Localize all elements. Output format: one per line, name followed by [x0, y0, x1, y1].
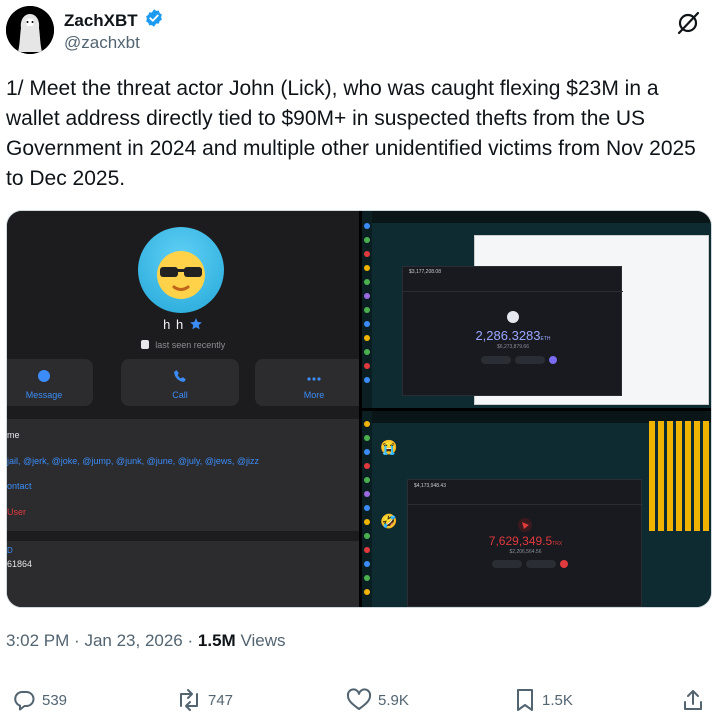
like-count: 5.9K — [378, 691, 409, 709]
bookmark-icon — [517, 689, 533, 711]
wallet-trx-balance: 7,629,349.5 — [488, 534, 553, 548]
media-image-wallet-trx[interactable]: 😭 🤣 $4,173,948.43 7,629,349.5TRX $2,206,… — [362, 411, 711, 607]
status-icon — [140, 340, 149, 349]
info-row-1: me — [7, 430, 20, 440]
meta-separator: · — [187, 631, 194, 650]
media-image-wallet-eth[interactable]: $3,177,208.08 2,286.3283ETH $6,273,879.6… — [362, 211, 711, 408]
call-button[interactable]: Call — [121, 359, 239, 406]
repost-icon — [180, 689, 198, 711]
more-button[interactable]: More — [255, 359, 359, 406]
share-icon — [684, 690, 702, 710]
media-grid[interactable]: h h last seen recently Message Call More… — [6, 210, 712, 608]
message-icon — [37, 369, 51, 388]
reply-icon — [14, 691, 35, 711]
emoji-face-2: 🤣 — [380, 513, 398, 529]
grok-icon[interactable] — [675, 10, 701, 41]
info-row-user[interactable]: User — [7, 507, 26, 517]
info-row-id-value: 61864 — [7, 559, 33, 569]
info-row-id-label: D — [7, 546, 13, 555]
emoji-panel — [649, 421, 709, 531]
views-count: 1.5M — [197, 631, 236, 650]
bookmark-button[interactable]: 1.5K — [514, 688, 573, 712]
wallet-trx-header: $4,173,948.43 — [414, 483, 446, 489]
meta-separator: · — [74, 631, 80, 650]
profile-info-list: me jail, @jerk, @joke, @jump, @junk, @ju… — [7, 419, 359, 607]
profile-status: last seen recently — [155, 340, 226, 350]
repost-count: 747 — [208, 691, 234, 709]
usernames-row[interactable]: jail, @jerk, @joke, @jump, @junk, @june,… — [7, 456, 259, 466]
info-row-contact[interactable]: ontact — [7, 481, 32, 491]
wallet-window-eth: $3,177,208.08 2,286.3283ETH $6,273,879.6… — [402, 266, 623, 396]
avatar[interactable] — [6, 6, 54, 54]
profile-display-name: h h — [163, 317, 185, 332]
tweet-date[interactable]: Jan 23, 2026 — [84, 631, 182, 650]
wallet-eth-balance: 2,286.3283 — [475, 328, 541, 343]
message-button[interactable]: Message — [7, 359, 93, 406]
like-button[interactable]: 5.9K — [346, 688, 409, 712]
wallet-window-trx: $4,173,948.43 7,629,349.5TRX $2,206,564.… — [407, 479, 643, 607]
media-image-profile[interactable]: h h last seen recently Message Call More… — [7, 211, 359, 607]
heart-icon — [346, 688, 372, 710]
call-label: Call — [172, 390, 188, 400]
wallet-trx-unit: TRX — [552, 541, 563, 547]
share-button[interactable] — [682, 688, 704, 712]
verified-badge-icon — [144, 8, 164, 33]
phone-icon — [173, 369, 187, 388]
tweet-text: 1/ Meet the threat actor John (Lick), wh… — [6, 77, 696, 190]
wallet-eth-header: $3,177,208.08 — [409, 269, 441, 275]
tweet-time[interactable]: 3:02 PM — [6, 631, 69, 650]
author-name-row[interactable]: ZachXBT — [64, 8, 164, 33]
more-label: More — [303, 390, 325, 400]
reply-count: 539 — [42, 691, 68, 709]
more-icon — [306, 369, 322, 387]
profile-avatar — [138, 227, 224, 313]
repost-button[interactable]: 747 — [176, 688, 233, 712]
app-sidebar — [362, 211, 372, 408]
views-label: Views — [240, 631, 286, 650]
wallet-eth-unit: ETH — [540, 336, 551, 342]
author-name[interactable]: ZachXBT — [64, 11, 138, 31]
app-sidebar-b — [362, 411, 372, 607]
author-handle[interactable]: @zachxbt — [64, 33, 140, 53]
wallet-eth-usd: $6,273,879.66 — [497, 344, 529, 350]
reply-button[interactable]: 539 — [12, 688, 67, 712]
tweet-meta: 3:02 PM · Jan 23, 2026 · 1.5M Views — [6, 631, 285, 651]
action-bar: 539 747 5.9K 1.5K — [0, 688, 717, 720]
wallet-trx-usd: $2,206,564.56 — [509, 549, 542, 555]
premium-star-icon — [190, 318, 202, 330]
bookmark-count: 1.5K — [542, 691, 573, 709]
emoji-face-1: 😭 — [380, 439, 398, 455]
message-label: Message — [25, 390, 63, 400]
